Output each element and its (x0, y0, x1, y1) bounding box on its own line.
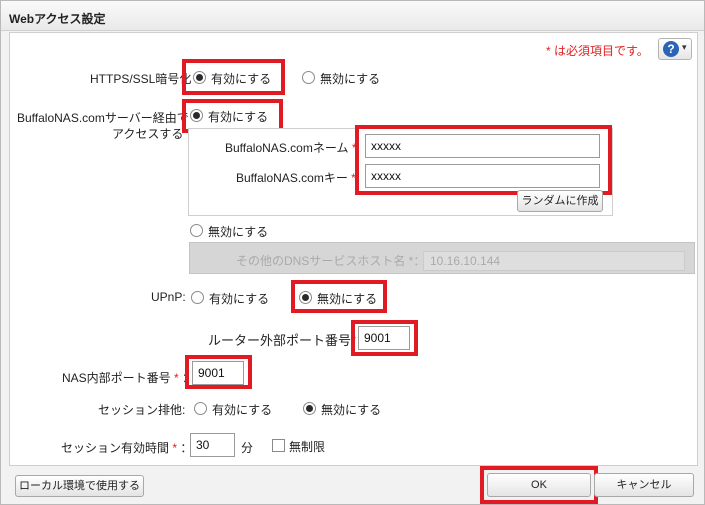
other-dns-label: その他のDNSサービスホスト名 *： (236, 254, 426, 268)
upnp-label: UPnP: (151, 290, 186, 304)
highlight-box (480, 466, 598, 504)
dialog-title: Webアクセス設定 (9, 12, 106, 26)
buffalonas-label-line2: アクセスする (112, 127, 184, 141)
other-dns-area: その他のDNSサービスホスト名 *： 10.16.10.144 (189, 242, 695, 274)
https-label: HTTPS/SSL暗号化 (90, 72, 192, 86)
session-exclusive-disable-radio[interactable] (303, 402, 316, 415)
session-exclusive-label: セッション排他: (98, 403, 186, 417)
help-button[interactable]: ? ▾ (658, 38, 692, 60)
session-timeout-input[interactable] (190, 433, 235, 457)
https-disable-radio[interactable] (302, 71, 315, 84)
chevron-down-icon: ▾ (682, 42, 687, 52)
buffalonas-disable-label[interactable]: 無効にする (208, 223, 268, 240)
random-generate-button[interactable]: ランダムに作成 (517, 190, 603, 212)
help-icon: ? (663, 41, 679, 57)
session-exclusive-enable-label[interactable]: 有効にする (212, 401, 272, 418)
use-local-environment-button[interactable]: ローカル環境で使用する (15, 475, 144, 497)
highlight-box (291, 280, 387, 313)
buffalonas-disable-radio[interactable] (190, 224, 203, 237)
dialog-titlebar: Webアクセス設定 (1, 1, 704, 31)
web-access-settings-dialog: Webアクセス設定 * は必須項目です。 ? ▾ HTTPS/SSL暗号化 有効… (0, 0, 705, 505)
upnp-enable-label[interactable]: 有効にする (209, 290, 269, 307)
session-exclusive-enable-radio[interactable] (194, 402, 207, 415)
https-disable-label[interactable]: 無効にする (320, 70, 380, 87)
highlight-box (351, 320, 418, 356)
unlimited-label[interactable]: 無制限 (289, 438, 325, 455)
session-exclusive-disable-label[interactable]: 無効にする (321, 401, 381, 418)
buffalonas-label-line1: BuffaloNAS.comサーバー経由で (17, 111, 189, 125)
required-note: * は必須項目です。 (546, 44, 649, 58)
upnp-enable-radio[interactable] (191, 291, 204, 304)
buffalonas-key-label: BuffaloNAS.comキー * (236, 171, 356, 185)
cancel-button[interactable]: キャンセル (594, 473, 694, 497)
nas-port-label: NAS内部ポート番号 * ： (62, 371, 195, 385)
session-timeout-label: セッション有効時間 * ： (61, 441, 193, 455)
router-port-label: ルーター外部ポート番号*： (208, 333, 369, 348)
highlight-box (355, 125, 612, 195)
highlight-box (185, 355, 252, 389)
highlight-box (182, 59, 285, 95)
session-timeout-unit: 分 (241, 441, 254, 455)
unlimited-checkbox[interactable] (272, 439, 285, 452)
other-dns-input: 10.16.10.144 (423, 251, 685, 271)
buffalonas-name-label: BuffaloNAS.comネーム * (225, 141, 357, 155)
